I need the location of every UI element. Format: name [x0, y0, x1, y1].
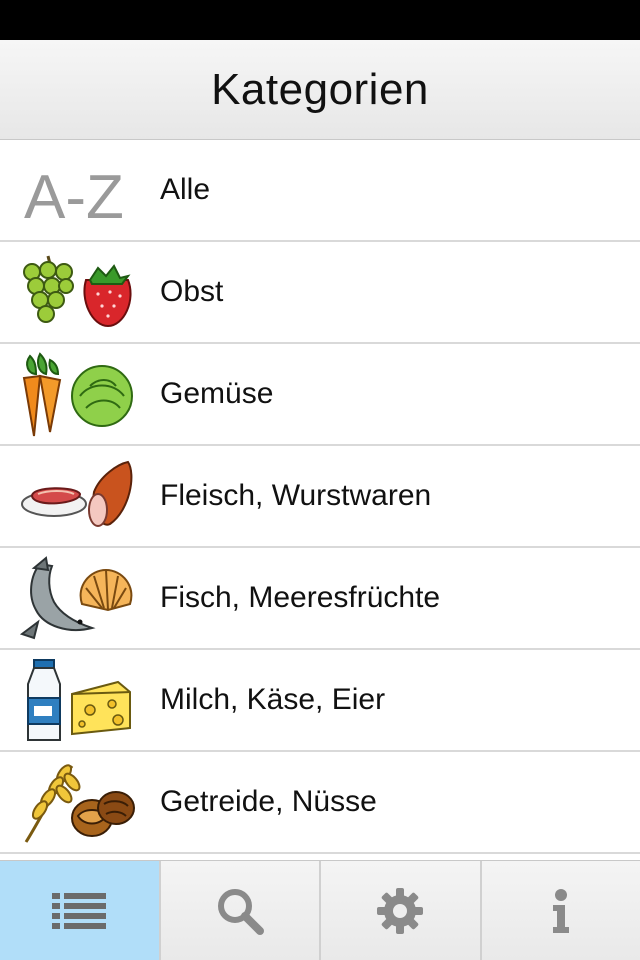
a-z-icon: A-Z: [20, 148, 138, 234]
category-row-fleisch[interactable]: Fleisch, Wurstwaren: [0, 446, 640, 548]
list-icon: [52, 891, 107, 931]
tab-info[interactable]: [482, 861, 640, 960]
milk-cheese-icon: [20, 658, 138, 744]
search-icon: [216, 887, 264, 935]
category-row-milch[interactable]: Milch, Käse, Eier: [0, 650, 640, 752]
category-label: Alle: [160, 173, 211, 206]
vegetables-icon: [20, 352, 138, 438]
category-label: Getreide, Nüsse: [160, 785, 377, 818]
info-icon: [549, 888, 573, 933]
tab-settings[interactable]: [321, 861, 482, 960]
category-row-fisch[interactable]: Fisch, Meeresfrüchte: [0, 548, 640, 650]
page-title: Kategorien: [211, 64, 429, 114]
svg-text:A-Z: A-Z: [24, 163, 124, 232]
tab-bar: [0, 860, 640, 960]
category-row-obst[interactable]: Obst: [0, 242, 640, 344]
gear-icon: [377, 887, 424, 934]
category-list[interactable]: A-Z Alle Obst Gemüse Fleisch, Wurstwaren…: [0, 140, 640, 860]
navigation-bar: Kategorien: [0, 40, 640, 140]
category-label: Fleisch, Wurstwaren: [160, 479, 432, 512]
category-label: Obst: [160, 275, 224, 308]
category-row-getreide[interactable]: Getreide, Nüsse: [0, 752, 640, 854]
grain-nuts-icon: [20, 760, 138, 846]
fruit-icon: [20, 250, 138, 336]
category-label: Fisch, Meeresfrüchte: [160, 581, 441, 614]
fish-shell-icon: [20, 556, 138, 642]
category-row-gemuese[interactable]: Gemüse: [0, 344, 640, 446]
meat-sausage-icon: [20, 454, 138, 540]
category-label: Gemüse: [160, 377, 274, 410]
tab-list[interactable]: [0, 861, 161, 960]
category-label: Milch, Käse, Eier: [160, 683, 386, 716]
tab-search[interactable]: [161, 861, 321, 960]
status-bar: [0, 0, 640, 40]
category-row-alle[interactable]: A-Z Alle: [0, 140, 640, 242]
